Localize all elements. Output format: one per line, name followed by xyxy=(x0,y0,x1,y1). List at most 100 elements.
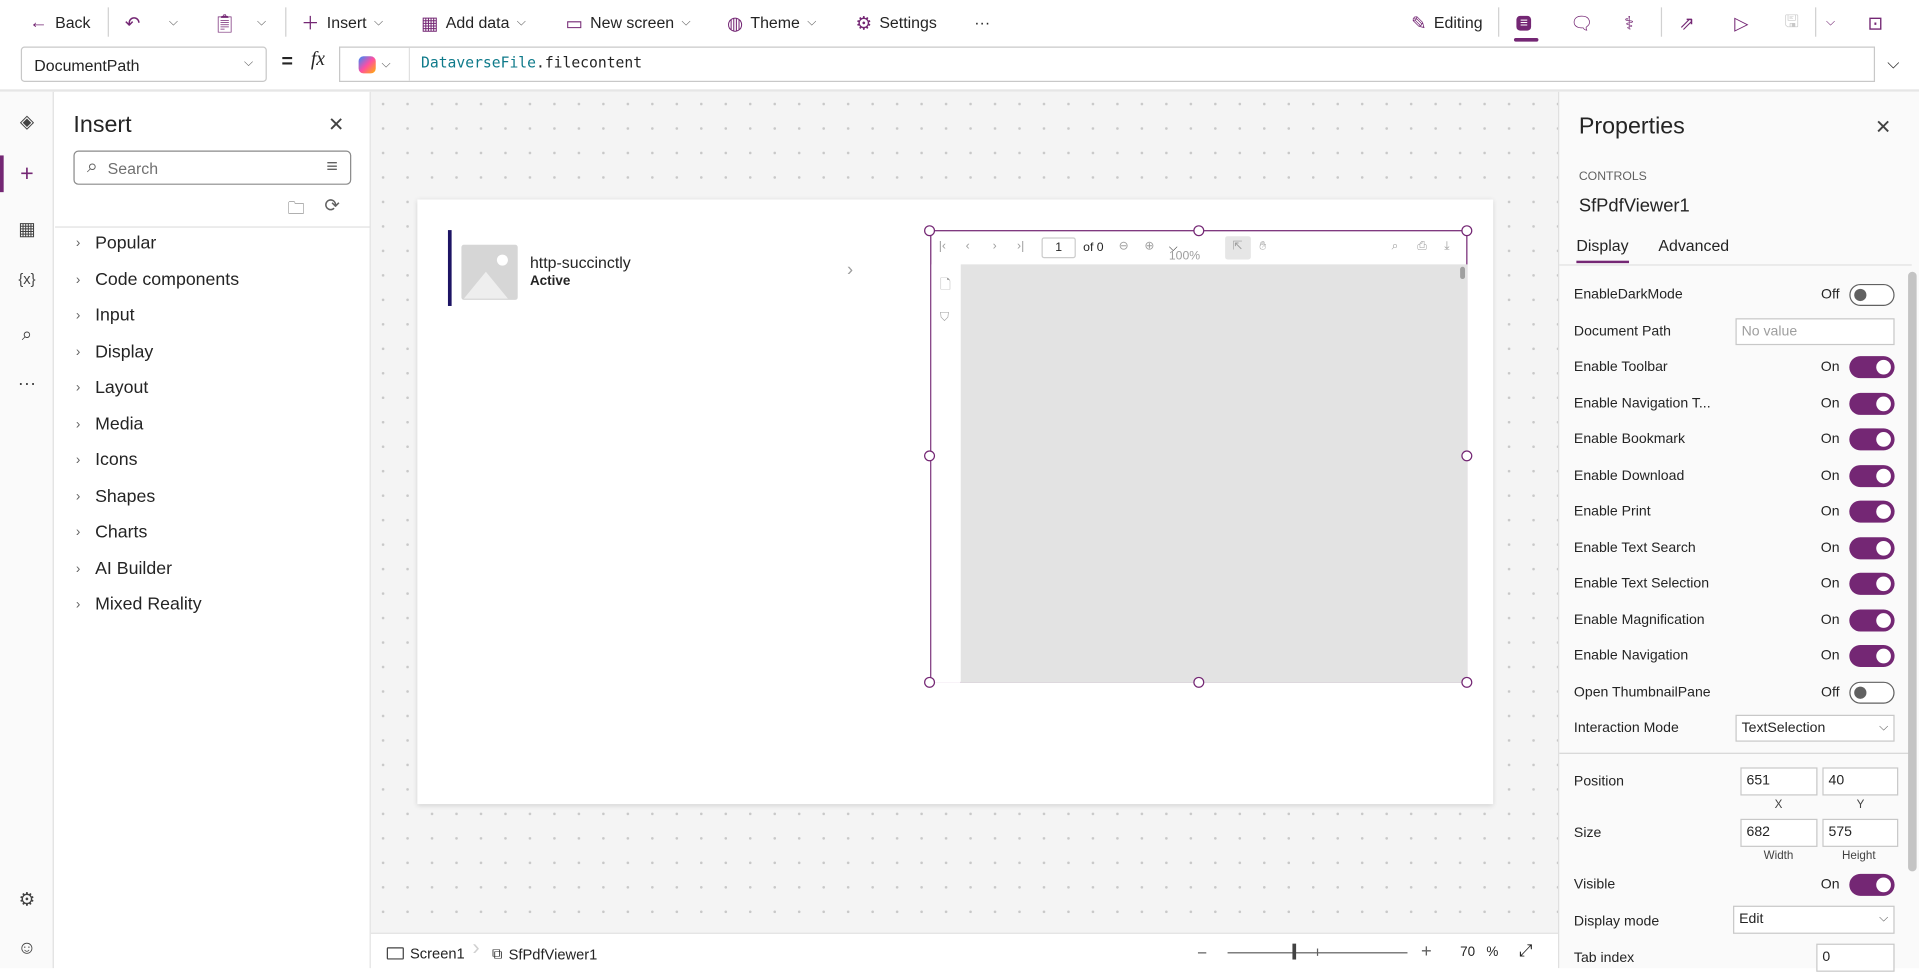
zoom-out-icon[interactable]: ⊖ xyxy=(1119,240,1129,253)
gear-icon[interactable]: ⚙ xyxy=(15,889,39,911)
search-icon[interactable]: ⌕ xyxy=(1392,240,1399,253)
bookmark-icon[interactable]: ⛉ xyxy=(940,311,949,324)
visible-toggle[interactable] xyxy=(1849,873,1895,896)
toggle[interactable] xyxy=(1849,572,1895,595)
plus-icon: ＋ xyxy=(301,13,320,35)
table-icon[interactable]: ▦ xyxy=(15,218,39,240)
preview-button[interactable]: ▷ xyxy=(1734,0,1748,45)
close-icon[interactable]: ✕ xyxy=(328,113,344,137)
insert-category-media[interactable]: › Media xyxy=(76,414,144,434)
share-button[interactable]: ⇗ xyxy=(1679,0,1694,45)
editing-button[interactable]: ✎ Editing xyxy=(1411,0,1482,45)
insert-category-shapes[interactable]: › Shapes xyxy=(76,487,155,507)
search-input[interactable]: ⌕ Search ≡ xyxy=(73,150,352,185)
zoom-in-button[interactable]: + xyxy=(1421,941,1432,962)
width-input[interactable]: 682 xyxy=(1740,818,1818,847)
toggle[interactable] xyxy=(1849,500,1895,523)
zoom-dropdown[interactable]: 100% ⌵ xyxy=(1169,241,1200,263)
fit-to-window-icon[interactable]: ⤢ xyxy=(1519,940,1533,961)
chevron-right-icon: › xyxy=(75,308,81,324)
document-path-input[interactable]: No value xyxy=(1735,317,1895,345)
toggle[interactable] xyxy=(1849,608,1895,631)
close-icon[interactable]: ✕ xyxy=(1875,115,1891,139)
last-page-icon[interactable]: ›| xyxy=(1017,240,1024,253)
toggle[interactable] xyxy=(1849,681,1895,704)
filter-icon[interactable]: ≡ xyxy=(326,157,337,179)
toggle[interactable] xyxy=(1849,644,1895,668)
next-page-icon[interactable]: › xyxy=(993,240,997,253)
new-screen-button[interactable]: ▭ New screen ⌵ xyxy=(565,0,690,45)
insert-category-ai-builder[interactable]: › AI Builder xyxy=(76,559,172,579)
settings-button[interactable]: ⚙ Settings xyxy=(856,0,937,45)
expand-formula-icon[interactable]: ⌵ xyxy=(1887,54,1899,74)
breadcrumb-screen[interactable]: Screen1 xyxy=(386,945,465,962)
pdf-scrollbar[interactable] xyxy=(1460,266,1466,280)
position-y-input[interactable]: 40 xyxy=(1822,767,1899,796)
save-dropdown[interactable]: ⌵ xyxy=(1826,0,1835,45)
zoom-out-button[interactable]: − xyxy=(1197,942,1207,962)
publish-button[interactable]: ⊡ xyxy=(1868,0,1883,45)
toggle[interactable] xyxy=(1849,428,1895,451)
property-row: Interaction Mode TextSelection ⌵ xyxy=(1574,714,1895,743)
folder-search-icon[interactable]: 🗀 xyxy=(288,196,305,225)
property-selector[interactable]: DocumentPath ⌵ xyxy=(20,46,267,83)
chevron-down-icon: ⌵ xyxy=(257,15,267,30)
insert-category-mixed-reality[interactable]: › Mixed Reality xyxy=(76,595,202,615)
display-mode-dropdown[interactable]: Edit ⌵ xyxy=(1733,905,1895,934)
refresh-icon[interactable]: ⟳ xyxy=(324,195,339,217)
chevron-right-icon[interactable]: › xyxy=(847,259,853,280)
toggle[interactable] xyxy=(1849,356,1895,379)
zoom-in-icon[interactable]: ⊕ xyxy=(1144,240,1154,253)
insert-category-code-components[interactable]: › Code components xyxy=(76,270,239,290)
position-x-input[interactable]: 651 xyxy=(1740,767,1818,796)
variables-icon[interactable]: {x} xyxy=(15,270,39,287)
insert-category-charts[interactable]: › Charts xyxy=(76,523,147,543)
tab-advanced[interactable]: Advanced xyxy=(1658,236,1729,254)
copilot-button[interactable]: ⌵ xyxy=(340,47,411,81)
pan-tool-icon[interactable]: ✋︎ xyxy=(1259,240,1266,253)
toggle[interactable] xyxy=(1849,392,1895,415)
more-icon[interactable]: ··· xyxy=(15,373,39,394)
tab-display[interactable]: Display xyxy=(1576,236,1629,264)
section-label: CONTROLS xyxy=(1578,170,1647,184)
toggle[interactable] xyxy=(1849,536,1895,559)
page-number-input[interactable]: 1 xyxy=(1041,237,1076,259)
breadcrumb-control[interactable]: ⧉ SfPdfViewer1 xyxy=(492,945,597,963)
print-icon[interactable]: ⎙ xyxy=(1417,240,1427,253)
virtual-agent-icon[interactable]: ☺ xyxy=(15,938,39,959)
interaction-mode-dropdown[interactable]: TextSelection ⌵ xyxy=(1735,714,1895,742)
paste-dropdown[interactable]: ⌵ xyxy=(257,0,266,45)
download-icon[interactable]: ⤓ xyxy=(1444,240,1449,253)
insert-category-icons[interactable]: › Icons xyxy=(76,450,138,470)
height-input[interactable]: 575 xyxy=(1822,818,1899,847)
back-button[interactable]: ← Back xyxy=(29,0,90,45)
selection-tool-icon[interactable]: ⇱ xyxy=(1232,240,1242,253)
app-checker-button[interactable]: ⚕ xyxy=(1624,0,1634,45)
zoom-slider-thumb[interactable] xyxy=(1292,943,1297,960)
insert-category-display[interactable]: › Display xyxy=(76,342,153,362)
toggle[interactable] xyxy=(1849,464,1895,487)
undo-dropdown[interactable]: ⌵ xyxy=(169,0,178,45)
theme-button[interactable]: ◍ Theme ⌵ xyxy=(727,0,817,45)
comments-button[interactable]: 🗨︎ xyxy=(1570,0,1593,45)
formula-input[interactable]: ⌵ DataverseFile.filecontent xyxy=(339,46,1876,83)
more-button[interactable]: ··· xyxy=(974,0,990,45)
insert-category-layout[interactable]: › Layout xyxy=(76,378,148,398)
layers-icon[interactable]: ◈ xyxy=(15,110,39,132)
toggle[interactable] xyxy=(1849,283,1895,306)
properties-scrollbar[interactable] xyxy=(1908,271,1917,872)
insert-category-popular[interactable]: › Popular xyxy=(76,234,156,254)
new-screen-icon: ▭ xyxy=(565,12,583,34)
pdf-viewer[interactable]: |‹ ‹ › ›| 1 of 0 ⊖ ⊕ 100% ⌵ ⇱ ✋︎ ⌕ ⎙ ⤓ 🗋… xyxy=(930,230,1468,683)
save-button[interactable]: 🖫︎ xyxy=(1784,0,1799,45)
first-page-icon[interactable]: |‹ xyxy=(939,240,946,253)
thumbnail-icon[interactable]: 🗋︎ xyxy=(940,274,951,297)
undo-button[interactable]: ↶ xyxy=(125,0,140,45)
insert-category-input[interactable]: › Input xyxy=(76,306,135,326)
search-icon[interactable]: ⌕ xyxy=(15,324,39,345)
prev-page-icon[interactable]: ‹ xyxy=(966,240,970,253)
insert-button[interactable]: ＋ Insert ⌵ xyxy=(301,0,383,45)
paste-button[interactable]: 📋︎ xyxy=(213,0,236,45)
plus-icon[interactable]: + xyxy=(15,162,39,189)
add-data-button[interactable]: ▦ Add data ⌵ xyxy=(421,0,526,45)
